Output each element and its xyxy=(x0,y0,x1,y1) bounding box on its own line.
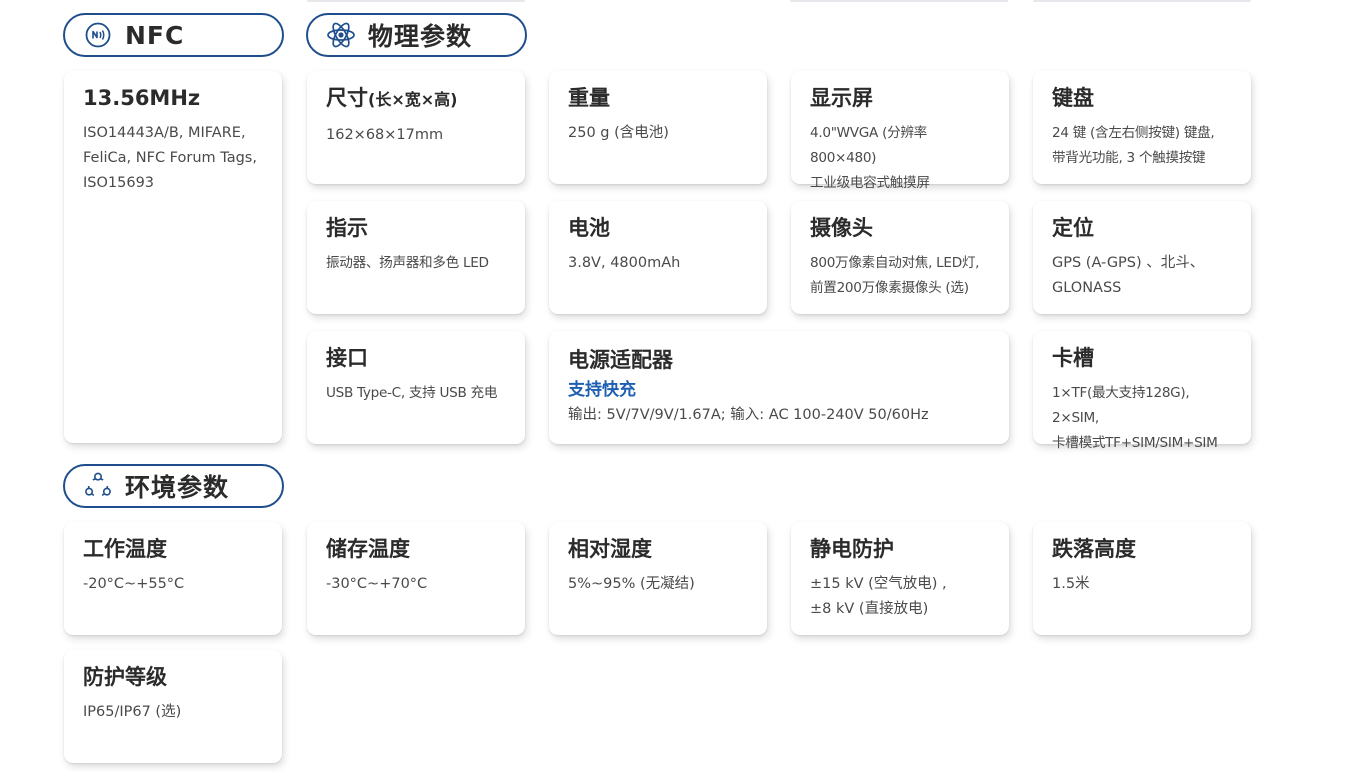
spec-card-display: 显示屏 4.0"WVGA (分辨率 800×480) 工业级电容式触摸屏 xyxy=(791,71,1009,191)
card-text: 800万像素自动对焦, LED灯, 前置200万像素摄像头 (选) xyxy=(810,255,980,296)
spec-card-battery: 电池 3.8V, 4800mAh xyxy=(549,201,767,314)
spec-card-camera: 摄像头 800万像素自动对焦, LED灯, 前置200万像素摄像头 (选) xyxy=(791,201,1009,314)
card-text: 1×TF(最大支持128G), 2×SIM, 卡槽模式TF+SIM/SIM+SI… xyxy=(1052,385,1218,451)
card-title-main: 尺寸 xyxy=(326,86,368,110)
spec-card-operating-temp: 工作温度 -20°C~+55°C xyxy=(64,522,282,635)
cycle-icon xyxy=(83,471,113,501)
top-divider xyxy=(790,0,1008,2)
card-text: -30°C~+70°C xyxy=(326,576,428,592)
atom-icon xyxy=(326,20,356,50)
spec-card-indicator: 指示 振动器、扬声器和多色 LED xyxy=(307,201,525,314)
card-text: 输出: 5V/7V/9V/1.67A; 输入: AC 100-240V 50/6… xyxy=(568,407,929,423)
spec-card-storage-temp: 储存温度 -30°C~+70°C xyxy=(307,522,525,635)
card-title: 定位 xyxy=(1052,216,1094,240)
card-title: 工作温度 xyxy=(83,537,167,561)
card-title: 防护等级 xyxy=(83,665,167,689)
top-divider xyxy=(1033,0,1251,2)
spec-card-ip-rating: 防护等级 IP65/IP67 (选) xyxy=(64,650,282,763)
spec-card-weight: 重量 250 g (含电池) xyxy=(549,71,767,184)
card-title: 摄像头 xyxy=(810,216,873,240)
card-text: IP65/IP67 (选) xyxy=(83,704,182,720)
spec-card-humidity: 相对湿度 5%~95% (无凝结) xyxy=(549,522,767,635)
card-text: 162×68×17mm xyxy=(326,127,444,143)
card-title: 储存温度 xyxy=(326,537,410,561)
top-divider xyxy=(307,0,525,2)
section-title: 物理参数 xyxy=(368,22,473,51)
card-text: 3.8V, 4800mAh xyxy=(568,255,681,271)
card-title: 电源适配器 xyxy=(568,348,673,372)
card-text: 5%~95% (无凝结) xyxy=(568,576,695,592)
spec-card-drop-height: 跌落高度 1.5米 xyxy=(1033,522,1251,635)
card-title: 重量 xyxy=(568,86,610,110)
card-title: 键盘 xyxy=(1052,86,1094,110)
spec-card-esd: 静电防护 ±15 kV (空气放电) , ±8 kV (直接放电) xyxy=(791,522,1009,635)
card-title: 指示 xyxy=(326,216,368,240)
card-text: -20°C~+55°C xyxy=(83,576,185,592)
card-title: 静电防护 xyxy=(810,537,894,561)
card-title: 卡槽 xyxy=(1052,346,1094,370)
card-title: 相对湿度 xyxy=(568,537,652,561)
card-title: 接口 xyxy=(326,346,368,370)
card-text: GPS (A-GPS) 、北斗、 GLONASS xyxy=(1052,255,1205,296)
section-header-environment: 环境参数 xyxy=(63,464,284,508)
spec-card-positioning: 定位 GPS (A-GPS) 、北斗、 GLONASS xyxy=(1033,201,1251,314)
card-text: 4.0"WVGA (分辨率 800×480) 工业级电容式触摸屏 xyxy=(810,125,930,191)
fast-charge-label: 支持快充 xyxy=(568,380,636,400)
section-title: 环境参数 xyxy=(125,473,230,502)
card-title: 跌落高度 xyxy=(1052,537,1136,561)
spec-card-power-adapter: 电源适配器 支持快充 输出: 5V/7V/9V/1.67A; 输入: AC 10… xyxy=(549,331,1009,444)
card-title: 13.56MHz xyxy=(83,86,201,110)
nfc-spec-card: 13.56MHz ISO14443A/B, MIFARE, FeliCa, NF… xyxy=(64,71,282,443)
section-header-physical: 物理参数 xyxy=(306,13,527,57)
card-title-sub: (长×宽×高) xyxy=(368,90,458,109)
card-text: ±15 kV (空气放电) , ±8 kV (直接放电) xyxy=(810,576,947,617)
section-title: NFC xyxy=(125,20,185,50)
card-text: USB Type-C, 支持 USB 充电 xyxy=(326,385,498,401)
spec-card-size: 尺寸(长×宽×高) 162×68×17mm xyxy=(307,71,525,184)
section-header-nfc: NFC xyxy=(63,13,284,57)
card-text: 24 键 (含左右侧按键) 键盘, 带背光功能, 3 个触摸按键 xyxy=(1052,125,1215,166)
card-text: 1.5米 xyxy=(1052,576,1090,592)
card-title: 电池 xyxy=(568,216,610,240)
card-text: 振动器、扬声器和多色 LED xyxy=(326,255,489,271)
card-title: 尺寸(长×宽×高) xyxy=(326,85,507,113)
spec-card-keyboard: 键盘 24 键 (含左右侧按键) 键盘, 带背光功能, 3 个触摸按键 xyxy=(1033,71,1251,184)
card-text: ISO14443A/B, MIFARE, FeliCa, NFC Forum T… xyxy=(83,125,257,191)
card-title: 显示屏 xyxy=(810,86,873,110)
spec-card-card-slot: 卡槽 1×TF(最大支持128G), 2×SIM, 卡槽模式TF+SIM/SIM… xyxy=(1033,331,1251,451)
nfc-icon xyxy=(83,20,113,50)
card-text: 250 g (含电池) xyxy=(568,125,669,141)
spec-card-interface: 接口 USB Type-C, 支持 USB 充电 xyxy=(307,331,525,444)
